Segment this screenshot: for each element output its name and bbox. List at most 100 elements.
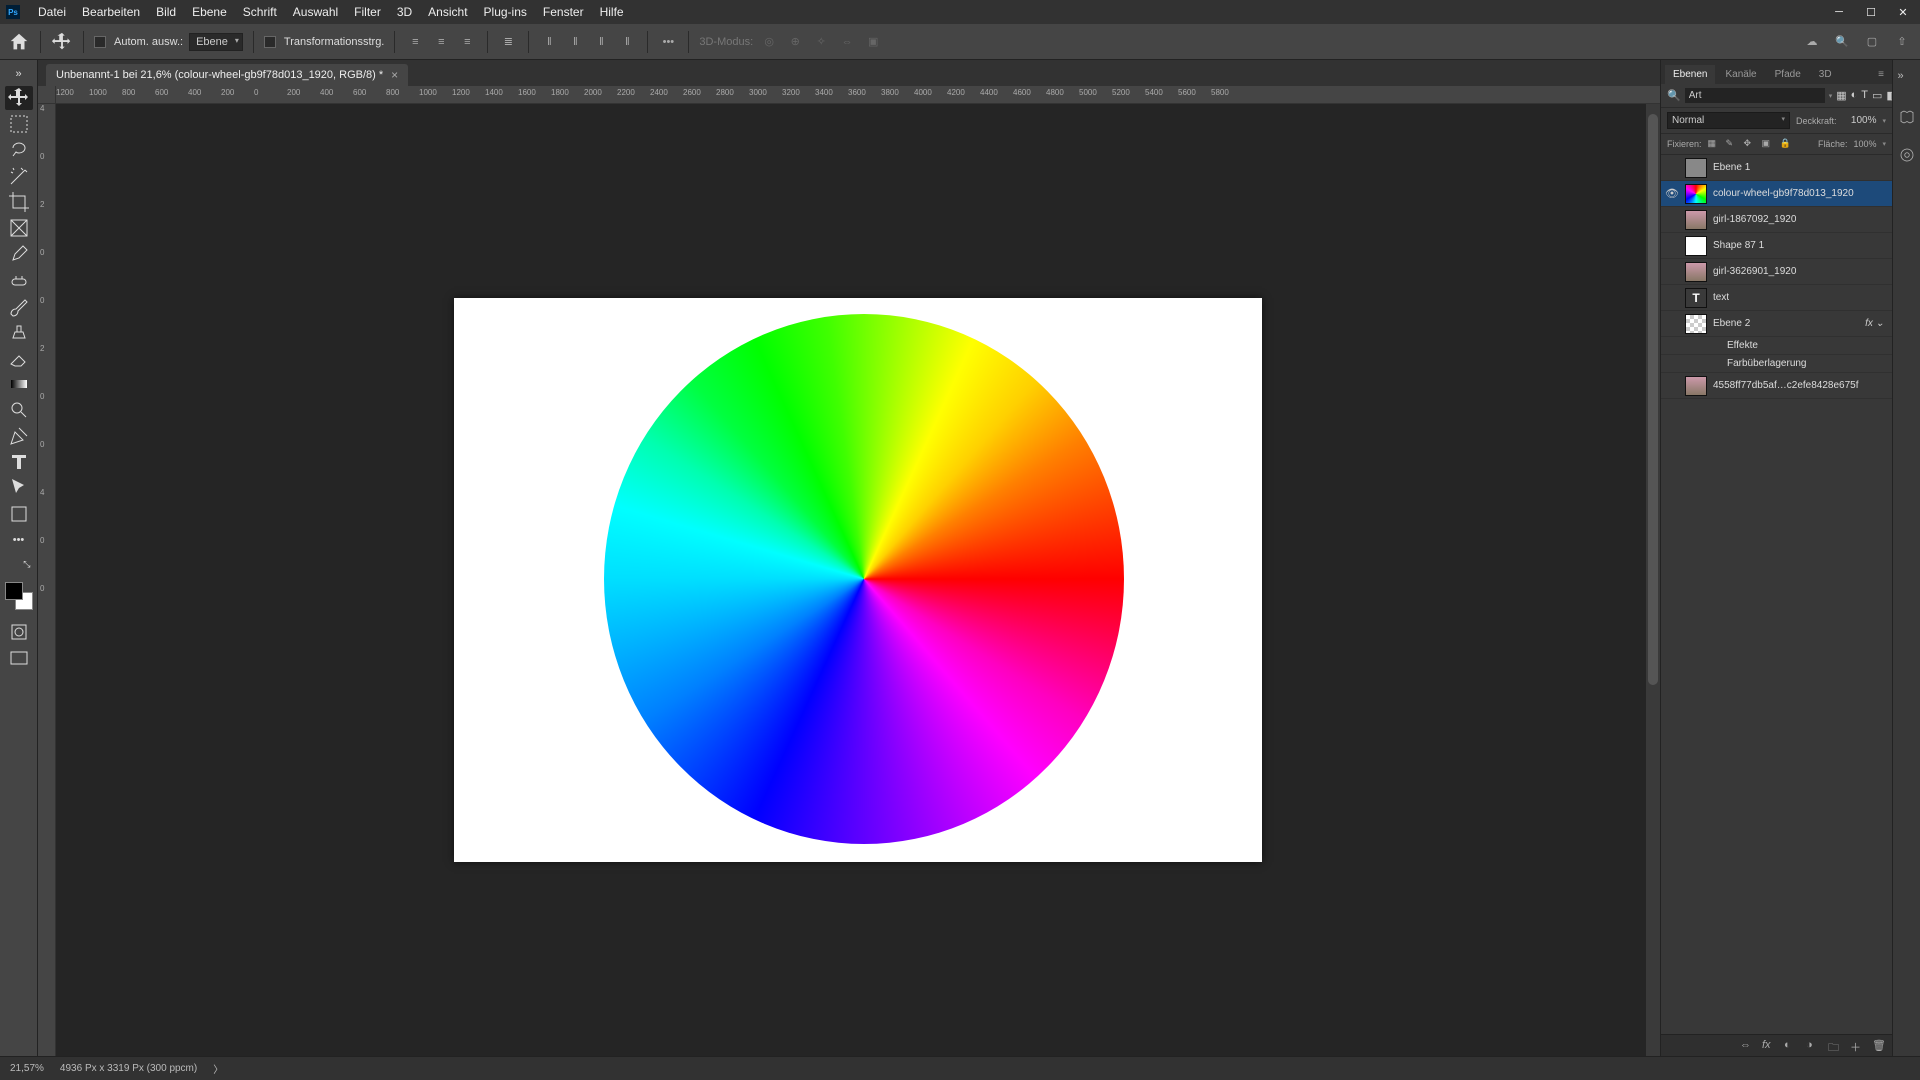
layer-visibility-icon[interactable] [1665,239,1679,253]
brush-tool[interactable] [5,294,33,318]
properties-icon[interactable] [1898,146,1916,164]
layer-filter-dropdown[interactable] [1685,88,1825,103]
close-button[interactable]: ✕ [1888,3,1918,21]
panel-menu-icon[interactable]: ≡ [1870,65,1892,84]
gradient-tool[interactable] [5,372,33,396]
libraries-icon[interactable] [1898,108,1916,126]
layer-visibility-icon[interactable]: 👁 [1665,187,1679,201]
share-icon[interactable]: ⇧ [1892,32,1912,52]
layer-group-icon[interactable]: 🗀 [1828,1039,1842,1053]
vertical-ruler[interactable]: 40200200400 [38,104,56,1056]
pen-tool[interactable] [5,424,33,448]
menu-view[interactable]: Ansicht [420,5,475,19]
menu-select[interactable]: Auswahl [285,5,346,19]
foreground-color-swatch[interactable] [5,582,23,600]
magic-wand-tool[interactable] [5,164,33,188]
auto-select-target-dropdown[interactable]: Ebene [189,33,243,51]
layer-row[interactable]: Ttext [1661,285,1892,311]
tab-paths[interactable]: Pfade [1767,65,1809,84]
layer-thumbnail[interactable] [1685,210,1707,230]
marquee-tool[interactable] [5,112,33,136]
menu-type[interactable]: Schrift [235,5,285,19]
filter-pixel-icon[interactable]: ▦ [1836,89,1846,103]
dodge-tool[interactable] [5,398,33,422]
lock-artboard-icon[interactable]: ▣ [1762,138,1774,150]
scrollbar-thumb[interactable] [1648,114,1658,685]
layer-fx-icon[interactable]: fx [1762,1039,1776,1053]
link-layers-icon[interactable]: ⇔ [1740,1039,1754,1053]
cloud-docs-icon[interactable]: ☁ [1802,32,1822,52]
layer-row[interactable]: 👁colour-wheel-gb9f78d013_1920 [1661,181,1892,207]
more-options-icon[interactable]: ••• [658,32,678,52]
frame-tool[interactable] [5,216,33,240]
layer-name[interactable]: Shape 87 1 [1713,240,1764,251]
new-layer-icon[interactable]: ＋ [1850,1039,1864,1053]
document-tab[interactable]: Unbenannt-1 bei 21,6% (colour-wheel-gb9f… [46,64,408,86]
layer-row[interactable]: Ebene 2fx ⌄ [1661,311,1892,337]
tab-channels[interactable]: Kanäle [1717,65,1764,84]
layer-thumbnail[interactable] [1685,262,1707,282]
healing-brush-tool[interactable] [5,268,33,292]
align-center-v-icon[interactable]: ‖ [565,32,585,52]
layer-visibility-icon[interactable] [1665,291,1679,305]
menu-image[interactable]: Bild [148,5,184,19]
layer-row[interactable]: Shape 87 1 [1661,233,1892,259]
panel-expand-icon[interactable]: » [1898,70,1916,88]
layer-visibility-icon[interactable] [1665,265,1679,279]
layer-name[interactable]: Ebene 2 [1713,318,1750,329]
vertical-scrollbar[interactable] [1646,104,1660,1056]
layer-thumbnail[interactable]: T [1685,288,1707,308]
transform-controls-checkbox[interactable] [264,36,276,48]
menu-filter[interactable]: Filter [346,5,389,19]
filter-adjustment-icon[interactable]: ◐ [1851,89,1858,103]
align-top-icon[interactable]: ‖ [539,32,559,52]
swap-colors-icon[interactable]: ⤡ [5,554,33,574]
zoom-level[interactable]: 21,57% [10,1063,44,1074]
layer-name[interactable]: Ebene 1 [1713,162,1750,173]
layer-visibility-icon[interactable] [1665,317,1679,331]
lasso-tool[interactable] [5,138,33,162]
menu-file[interactable]: Datei [30,5,74,19]
eraser-tool[interactable] [5,346,33,370]
align-stretch-icon[interactable]: ‖ [617,32,637,52]
layer-thumbnail[interactable] [1685,184,1707,204]
canvas-viewport[interactable] [56,104,1660,1056]
distribute-icon[interactable]: ≣ [498,32,518,52]
toolbar-collapse-icon[interactable]: » [5,64,33,84]
layer-name[interactable]: text [1713,292,1729,303]
layer-visibility-icon[interactable] [1665,161,1679,175]
crop-tool[interactable] [5,190,33,214]
tab-layers[interactable]: Ebenen [1665,65,1715,84]
status-disclosure-icon[interactable]: 〉 [213,1061,223,1076]
layer-thumbnail[interactable] [1685,158,1707,178]
layer-effect-row[interactable]: Farbüberlagerung [1661,355,1892,373]
lock-all-icon[interactable]: 🔒 [1780,138,1792,150]
canvas-artboard[interactable] [454,298,1262,862]
color-swatches[interactable] [5,582,33,610]
menu-3d[interactable]: 3D [389,5,420,19]
menu-edit[interactable]: Bearbeiten [74,5,148,19]
align-right-icon[interactable]: ≡ [457,32,477,52]
layer-name[interactable]: girl-3626901_1920 [1713,266,1796,277]
lock-pixels-icon[interactable]: ▦ [1708,138,1720,150]
layer-list[interactable]: Ebene 1 👁colour-wheel-gb9f78d013_1920girl… [1661,155,1892,1034]
move-tool-icon[interactable] [51,31,73,53]
screen-mode-tool[interactable] [5,646,33,670]
layer-effect-row[interactable]: Effekte [1661,337,1892,355]
layer-visibility-icon[interactable] [1665,379,1679,393]
maximize-button[interactable]: ☐ [1856,3,1886,21]
shape-tool[interactable] [5,502,33,526]
delete-layer-icon[interactable]: 🗑 [1872,1039,1886,1053]
layer-mask-icon[interactable]: ◐ [1784,1039,1798,1053]
layer-name[interactable]: 4558ff77db5af…c2efe8428e675f [1713,380,1859,391]
lock-brush-icon[interactable]: ✎ [1726,138,1738,150]
layer-thumbnail[interactable] [1685,236,1707,256]
layer-row[interactable]: 4558ff77db5af…c2efe8428e675f [1661,373,1892,399]
filter-type-icon[interactable]: T [1861,89,1868,103]
menu-layer[interactable]: Ebene [184,5,235,19]
filter-shape-icon[interactable]: ▭ [1872,89,1882,103]
adjustment-layer-icon[interactable]: ◑ [1806,1039,1820,1053]
more-tools-icon[interactable]: ••• [5,528,33,552]
tab-3d[interactable]: 3D [1811,65,1840,84]
menu-help[interactable]: Hilfe [592,5,632,19]
